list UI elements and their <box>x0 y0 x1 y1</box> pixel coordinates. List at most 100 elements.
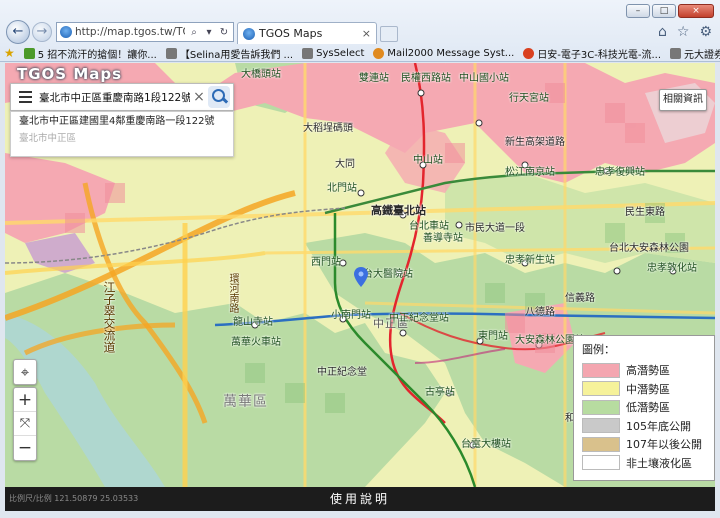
station-label: 中山國小站 <box>459 73 509 84</box>
fullscreen-icon[interactable]: ⤧ <box>14 412 36 436</box>
suggestion-address: 臺北市中正區建國里4鄰重慶南路一段122號 <box>19 116 215 127</box>
menu-icon[interactable] <box>11 83 39 111</box>
zoom-controls: + ⤧ − <box>13 387 37 461</box>
station-label: 萬華火車站 <box>231 337 281 348</box>
search-icon[interactable]: ⌕ <box>188 27 200 38</box>
favorite-label: 元大證券網路交易系統 <box>684 49 720 61</box>
favorite-item[interactable]: 日安-電子3C-科技光電-流... <box>523 46 661 61</box>
search-suggestion[interactable]: 臺北市中正區建國里4鄰重慶南路一段122號 臺北市中正區 <box>10 111 234 157</box>
legend-swatch <box>582 418 620 434</box>
help-button[interactable]: 使用說明 <box>5 487 715 511</box>
station-label: 善導寺站 <box>423 233 463 244</box>
shop-icon <box>523 47 535 59</box>
app-logo: TGOS Maps <box>17 65 123 83</box>
road-label: 江子翠交流道 <box>102 281 116 353</box>
district-label: 萬華區 <box>223 394 268 410</box>
favorite-label: 【Selina用愛告訴我們 ... <box>179 49 294 61</box>
legend-label: 非土壤液化區 <box>626 456 692 470</box>
station-label: 中山站 <box>413 155 443 166</box>
favorite-label: 日安-電子3C-科技光電-流... <box>537 49 662 61</box>
favorite-item[interactable]: Mail2000 Message Syst... <box>373 47 514 59</box>
station-label: 台電大樓站 <box>461 439 511 450</box>
station-label: 龍山寺站 <box>233 317 273 328</box>
search-box: × <box>10 83 234 111</box>
legend-label: 低潛勢區 <box>626 401 670 415</box>
window-controls: – □ × <box>626 4 714 18</box>
legend-swatch <box>582 455 620 471</box>
favorite-item[interactable]: SysSelect <box>302 47 365 59</box>
zoom-out-button[interactable]: − <box>14 436 36 460</box>
station-label: 忠孝新生站 <box>505 255 555 266</box>
legend-swatch <box>582 362 620 378</box>
navigation-row: ← → http://map.tgos.tw/TGOSimpl ⌕ ▾ ↻ TG… <box>0 20 720 44</box>
refresh-icon[interactable]: ↻ <box>218 27 230 38</box>
arrow-left-icon: ← <box>12 24 24 39</box>
address-text[interactable]: http://map.tgos.tw/TGOSimpl <box>75 26 185 38</box>
station-label: 中正紀念堂站 <box>389 313 449 324</box>
tab-favicon-icon <box>243 27 255 40</box>
favorites-star-icon[interactable]: ★ <box>4 46 15 60</box>
address-search-input[interactable] <box>39 91 190 103</box>
favorite-item[interactable]: 元大證券網路交易系統 <box>670 46 720 61</box>
place-label: 高鐵臺北站 <box>371 204 426 217</box>
tab-tgos-maps[interactable]: TGOS Maps × <box>237 22 377 44</box>
legend-label: 105年底公開 <box>626 419 691 433</box>
place-label: 大同 <box>335 159 355 170</box>
tab-label: TGOS Maps <box>259 27 323 40</box>
tab-close-icon[interactable]: × <box>362 27 371 40</box>
address-bar[interactable]: http://map.tgos.tw/TGOSimpl ⌕ ▾ ↻ <box>56 22 234 42</box>
favorites-bar: ★ 5 招不流汗的搶個！讓你... 【Selina用愛告訴我們 ... SysS… <box>0 44 720 62</box>
home-icon[interactable]: ⌂ <box>658 24 667 40</box>
toolbar-icons: ⌂ ☆ ⚙ <box>658 24 712 40</box>
place-label: 八德路 <box>525 307 555 318</box>
page-icon <box>670 47 682 59</box>
map-canvas[interactable]: 萬華區 中正區 中山站 北門站 西門站 高鐵臺北站 台北車站 台大醫院站 善導寺… <box>5 63 715 487</box>
favorite-item[interactable]: 【Selina用愛告訴我們 ... <box>165 46 294 61</box>
new-tab-button[interactable] <box>380 26 398 42</box>
maximize-button[interactable]: □ <box>652 4 676 18</box>
legend-item: 低潛勢區 <box>582 398 706 417</box>
map-controls: ⌖ <box>13 359 37 385</box>
legend-swatch <box>582 399 620 415</box>
suggestion-district: 臺北市中正區 <box>19 133 77 144</box>
legend-title: 圖例： <box>582 343 615 356</box>
leaf-icon <box>23 47 35 59</box>
page-icon <box>302 47 314 59</box>
bottom-bar: 比例尺/比例 121.50879 25.03533 使用說明 <box>5 487 715 511</box>
mail-icon <box>373 47 385 59</box>
forward-button[interactable]: → <box>32 22 52 42</box>
browser-chrome: – □ × ← → http://map.tgos.tw/TGOSimpl ⌕ … <box>0 0 720 62</box>
station-label: 松江南京站 <box>505 167 555 178</box>
zoom-in-button[interactable]: + <box>14 388 36 412</box>
station-label: 忠孝復興站 <box>595 167 645 178</box>
place-label: 台北大安森林公園 <box>609 243 689 254</box>
legend-label: 中潛勢區 <box>626 382 670 396</box>
related-info-button[interactable]: 相關資訊 <box>659 89 707 111</box>
place-label: 中正紀念堂 <box>317 367 367 378</box>
back-button[interactable]: ← <box>6 20 30 44</box>
dropdown-icon[interactable]: ▾ <box>203 27 215 38</box>
station-label: 東門站 <box>478 331 508 342</box>
place-label: 大稻埕碼頭 <box>303 123 353 134</box>
clear-icon[interactable]: × <box>190 89 208 105</box>
place-label: 市民大道一段 <box>465 223 525 234</box>
legend-swatch <box>582 381 620 397</box>
legend-item: 中潛勢區 <box>582 380 706 399</box>
legend-item: 105年底公開 <box>582 417 706 436</box>
station-label: 行天宮站 <box>509 93 549 104</box>
gear-icon[interactable]: ⚙ <box>699 24 712 40</box>
station-label: 大橋頭站 <box>241 69 281 80</box>
legend-item: 高潛勢區 <box>582 361 706 380</box>
star-icon[interactable]: ☆ <box>677 24 690 40</box>
search-icon[interactable] <box>208 86 230 108</box>
location-pin-icon[interactable] <box>354 267 368 287</box>
map-legend: 圖例： 高潛勢區 中潛勢區 低潛勢區 105年底公開 107年以後公開 非土壤液… <box>573 335 715 481</box>
station-label: 古亭站 <box>425 387 455 398</box>
station-label: 北門站 <box>327 183 357 194</box>
close-window-button[interactable]: × <box>678 4 714 18</box>
favorite-item[interactable]: 5 招不流汗的搶個！讓你... <box>23 46 157 61</box>
locate-icon[interactable]: ⌖ <box>14 360 36 384</box>
minimize-button[interactable]: – <box>626 4 650 18</box>
favorite-label: SysSelect <box>316 47 365 59</box>
arrow-right-icon: → <box>36 24 48 39</box>
